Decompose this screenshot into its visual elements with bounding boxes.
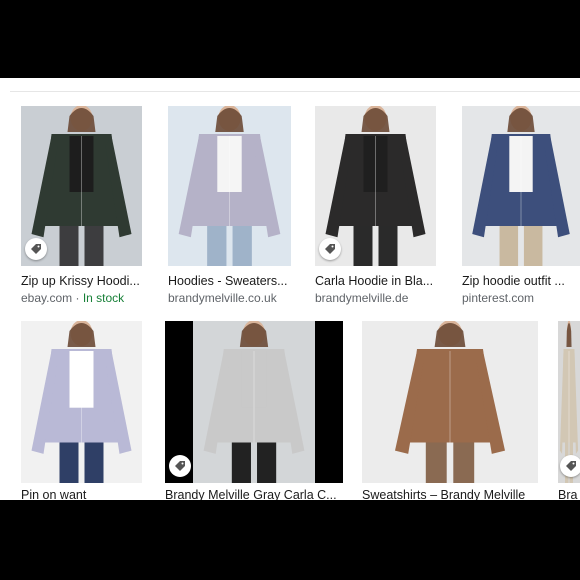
header-divider	[10, 91, 580, 92]
image-results-page: Zip up Krissy Hoodi... ebay.com · In sto…	[0, 78, 580, 500]
result-thumbnail[interactable]	[168, 106, 291, 266]
result-title[interactable]: Bra	[558, 488, 580, 500]
result-card-4[interactable]: Zip hoodie outfit ... pinterest.com	[462, 106, 580, 316]
result-title[interactable]: Zip hoodie outfit ...	[462, 274, 580, 288]
result-card-1[interactable]: Zip up Krissy Hoodi... ebay.com · In sto…	[21, 106, 146, 316]
black-frame-top	[0, 0, 580, 78]
result-source: ebay.com · In stock	[21, 291, 125, 305]
in-stock-label: In stock	[82, 291, 125, 305]
shopping-tag-badge	[319, 238, 341, 260]
result-title[interactable]: Hoodies - Sweaters...	[168, 274, 293, 288]
result-card-3[interactable]: Carla Hoodie in Bla... brandymelville.de	[315, 106, 440, 316]
result-thumbnail[interactable]	[462, 106, 580, 266]
result-card-8[interactable]: Bra	[558, 321, 580, 500]
tag-icon	[175, 461, 185, 471]
result-card-2[interactable]: Hoodies - Sweaters... brandymelville.co.…	[168, 106, 293, 316]
shopping-tag-badge	[169, 455, 191, 477]
shopping-tag-badge	[560, 455, 580, 477]
result-thumbnail[interactable]	[558, 321, 580, 483]
result-card-7[interactable]: Sweatshirts – Brandy Melville	[362, 321, 540, 500]
result-thumbnail[interactable]	[165, 321, 343, 483]
result-title[interactable]: Sweatshirts – Brandy Melville	[362, 488, 540, 500]
result-title[interactable]: Pin on want	[21, 488, 146, 500]
result-title[interactable]: Zip up Krissy Hoodi...	[21, 274, 146, 288]
result-thumbnail[interactable]	[315, 106, 436, 266]
result-source: brandymelville.co.uk	[168, 291, 277, 305]
tag-icon	[325, 244, 335, 254]
result-source: pinterest.com	[462, 291, 535, 305]
result-source: brandymelville.de	[315, 291, 409, 305]
result-thumbnail[interactable]	[362, 321, 538, 483]
result-card-5[interactable]: Pin on want	[21, 321, 146, 500]
result-thumbnail[interactable]	[21, 321, 142, 483]
result-card-6[interactable]: Brandy Melville Gray Carla C...	[165, 321, 343, 500]
tag-icon	[31, 244, 41, 254]
result-title[interactable]: Brandy Melville Gray Carla C...	[165, 488, 343, 500]
shopping-tag-badge	[25, 238, 47, 260]
result-title[interactable]: Carla Hoodie in Bla...	[315, 274, 440, 288]
result-thumbnail[interactable]	[21, 106, 142, 266]
black-frame-bottom	[0, 500, 580, 580]
tag-icon	[566, 461, 576, 471]
